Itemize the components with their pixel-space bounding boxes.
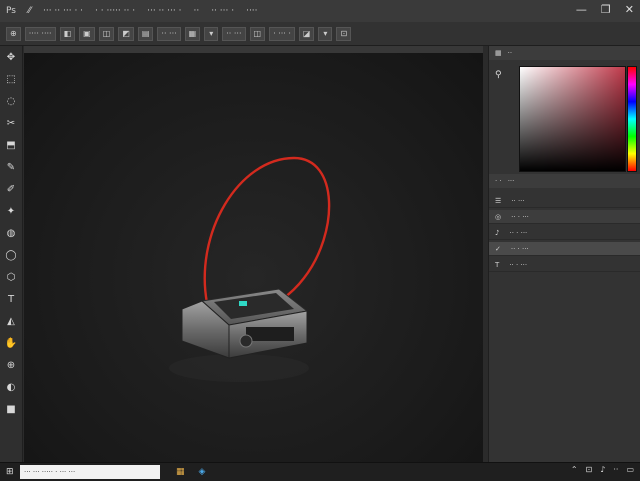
color-field[interactable] (519, 66, 626, 172)
menu-item-2[interactable]: ··· ·· ··· · · (37, 6, 89, 16)
layer-row[interactable]: ♪ ·· · ··· (489, 226, 640, 240)
canvas-artwork (169, 156, 331, 382)
system-tray: ⌃ ⊡ ♪ ·· ▭ (571, 465, 634, 474)
tray-notification-icon[interactable]: ▭ (626, 465, 634, 474)
layers-tab[interactable]: · · (495, 177, 502, 185)
eraser-tool-icon[interactable]: ◍ (0, 222, 22, 244)
option-button-2[interactable]: ◧ (59, 26, 76, 41)
teal-led (239, 301, 247, 306)
move-tool-icon[interactable]: ✥ (0, 46, 22, 68)
layer-row[interactable]: ✓ ·· · ··· (489, 242, 640, 256)
device-reflection (169, 354, 309, 382)
stamp-tool-icon[interactable]: ✦ (0, 200, 22, 222)
type-tool-icon[interactable]: T (0, 288, 22, 310)
hue-slider[interactable] (627, 66, 637, 172)
option-button-12[interactable]: · ··· · (269, 26, 295, 41)
option-button-6[interactable]: ▤ (137, 26, 154, 41)
panel-tab-swatches[interactable]: ·· (508, 49, 512, 57)
lasso-tool-icon[interactable]: ◌ (0, 90, 22, 112)
tray-network-icon[interactable]: ⊡ (586, 465, 593, 474)
menu-item-5[interactable]: ·· (187, 6, 205, 16)
app-logo[interactable]: Ps (0, 6, 22, 16)
layer-icon: ◎ (495, 212, 502, 221)
search-placeholder: ··· ··· ····· · ··· ··· (24, 468, 76, 476)
color-panel-header: ▦ ·· (489, 46, 640, 60)
hand-tool-icon[interactable]: ✋ (0, 332, 22, 354)
tools-panel: ✥ ⬚ ◌ ✂ ⬒ ✎ ✐ ✦ ◍ ◯ ⬡ T ◭ ✋ ⊕ ◐ ■ (0, 46, 23, 462)
option-button-7[interactable]: ·· ··· (157, 26, 181, 41)
layer-label: ·· · ··· (510, 244, 529, 253)
menu-item-1[interactable]: ⁄⁄ (22, 6, 37, 16)
menu-item-6[interactable]: ·· ··· · (205, 6, 240, 16)
layer-icon: ☰ (495, 196, 502, 205)
tray-chevron-icon[interactable]: ⌃ (571, 465, 578, 474)
option-button-3[interactable]: ▣ (79, 26, 95, 41)
ellipse-tool-icon[interactable]: ◯ (0, 244, 22, 266)
color-swap-icon[interactable]: ◐ (0, 376, 22, 398)
polygon-tool-icon[interactable]: ⬡ (0, 266, 22, 288)
channels-tab[interactable]: ··· (508, 177, 515, 185)
image-canvas[interactable] (24, 53, 483, 462)
maximize-icon[interactable]: ❐ (601, 3, 611, 16)
taskbar-app-icon[interactable]: ◈ (199, 467, 206, 477)
marquee-tool-icon[interactable]: ⬚ (0, 68, 22, 90)
tray-volume-icon[interactable]: ♪ (600, 465, 605, 474)
option-button-10[interactable]: ·· ··· (222, 26, 246, 41)
taskbar: ⊞ ··· ··· ····· · ··· ··· ▦ ◈ ⌃ ⊡ ♪ ·· ▭ (0, 462, 640, 481)
layer-row[interactable]: T ·· · ··· (489, 258, 640, 272)
taskbar-search-input[interactable]: ··· ··· ····· · ··· ··· (20, 465, 160, 479)
layer-icon: T (495, 260, 500, 269)
minimize-icon[interactable]: — (576, 3, 587, 16)
option-button-9[interactable]: ▾ (204, 26, 219, 41)
path-tool-icon[interactable]: ◭ (0, 310, 22, 332)
foreground-color-icon[interactable]: ■ (0, 398, 22, 420)
option-button-0[interactable]: ⊕ (6, 26, 21, 41)
tray-clock[interactable]: ·· (613, 465, 618, 474)
eyedropper-tool-icon[interactable]: ⬒ (0, 134, 22, 156)
option-button-1[interactable]: ···· ···· (24, 26, 56, 41)
zoom-tool-icon[interactable]: ⊕ (0, 354, 22, 376)
layer-icon: ♪ (495, 228, 500, 237)
option-button-15[interactable]: ⊡ (336, 26, 352, 41)
menu-item-4[interactable]: ··· ·· ··· · (141, 6, 187, 16)
layer-label: ·· · ··· (509, 260, 528, 269)
layer-row[interactable]: ☰ ·· ··· (489, 194, 640, 208)
device-connector (239, 334, 253, 348)
right-panel: ▦ ·· ⚲ · · ··· ☰ ·· ··· ◎ ·· · ··· ♪ ·· … (488, 46, 640, 462)
close-icon[interactable]: ✕ (625, 3, 634, 16)
layer-label: ·· · ··· (511, 212, 529, 221)
option-button-11[interactable]: ◫ (249, 26, 266, 41)
start-icon[interactable]: ⊞ (6, 467, 14, 477)
layers-panel-header: · · ··· (489, 174, 640, 188)
title-bar: Ps ⁄⁄ ··· ·· ··· · · · · ····· ·· · ··· … (0, 0, 640, 22)
crop-tool-icon[interactable]: ✂ (0, 112, 22, 134)
brush-tool-icon[interactable]: ✎ (0, 156, 22, 178)
layer-row[interactable]: ◎ ·· · ··· (489, 210, 640, 224)
taskbar-app-icon[interactable]: ▦ (176, 467, 185, 477)
layer-label: ·· · ··· (509, 228, 528, 237)
layer-icon: ✓ (495, 244, 501, 253)
device-slot (246, 327, 294, 341)
options-bar: ⊕ ···· ···· ◧ ▣ ◫ ◩ ▤ ·· ··· ▦ ▾ ·· ··· … (0, 22, 640, 46)
menu-item-3[interactable]: · · ····· ·· · (89, 6, 141, 16)
option-button-8[interactable]: ▦ (184, 26, 201, 41)
pencil-tool-icon[interactable]: ✐ (0, 178, 22, 200)
option-button-5[interactable]: ◩ (118, 26, 134, 41)
menu-item-7[interactable]: ···· (240, 6, 263, 16)
layer-label: ·· ··· (511, 196, 525, 205)
window-controls: — ❐ ✕ (576, 3, 634, 16)
panel-tab-color[interactable]: ▦ (495, 49, 502, 57)
option-button-14[interactable]: ▾ (318, 26, 333, 41)
option-button-13[interactable]: ◪ (298, 26, 315, 41)
option-button-4[interactable]: ◫ (98, 26, 115, 41)
color-picker-icon[interactable]: ⚲ (495, 70, 502, 80)
document-tab[interactable] (24, 46, 483, 53)
